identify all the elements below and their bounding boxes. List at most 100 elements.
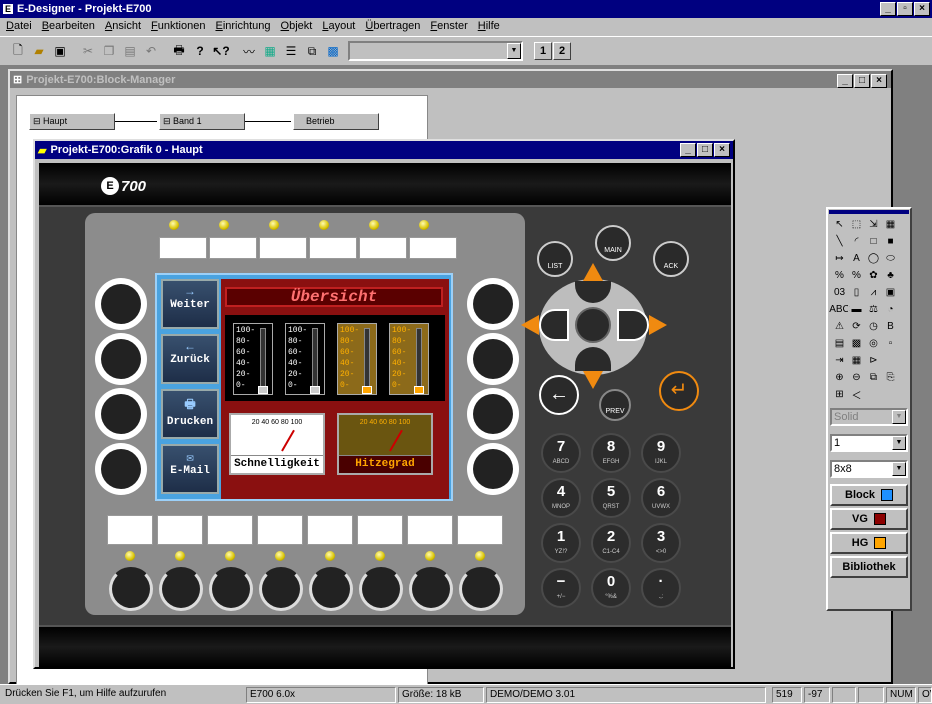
library-button[interactable]: Bibliothek xyxy=(830,556,908,578)
image-placeholder-icon[interactable]: ▫ xyxy=(882,335,899,352)
softkey-button[interactable] xyxy=(95,388,147,440)
button-icon[interactable]: ▣ xyxy=(882,284,899,301)
analog-numeric-icon[interactable]: % xyxy=(831,267,848,284)
arrow-left-icon[interactable] xyxy=(521,315,539,335)
softkey-button[interactable] xyxy=(95,443,147,495)
function-key-label-box[interactable] xyxy=(409,237,457,259)
keypad-key[interactable]: 1 YZ!? xyxy=(541,523,581,563)
keypad-key[interactable]: 9 IJKL xyxy=(641,433,681,473)
keypad-key[interactable]: ·.,: xyxy=(641,568,681,608)
context-help-icon[interactable]: ↖? xyxy=(211,42,231,60)
menu-item[interactable]: Übertragen xyxy=(365,20,420,34)
block-node-band1[interactable]: ⊟ Band 1 xyxy=(159,113,245,130)
trend-icon[interactable]: ⩘ xyxy=(865,284,882,301)
numeric-03-icon[interactable]: 03 xyxy=(831,284,848,301)
softkey-button[interactable] xyxy=(95,278,147,330)
bos-icon[interactable]: B xyxy=(882,318,899,335)
clock-icon[interactable]: ◔ xyxy=(882,301,899,318)
function-key-label-box[interactable] xyxy=(107,515,153,545)
chevron-down-icon[interactable]: ▼ xyxy=(892,436,906,450)
menu-item[interactable]: Datei xyxy=(6,20,32,34)
open-folder-icon[interactable]: ▰ xyxy=(29,42,49,60)
function-key-label-box[interactable] xyxy=(157,515,203,545)
block-manager-minimize[interactable]: _ xyxy=(837,74,853,88)
new-file-icon[interactable]: 🗋 xyxy=(8,42,28,60)
menu-item[interactable]: Einrichtung xyxy=(215,20,270,34)
filled-ellipse-icon[interactable]: ⬭ xyxy=(882,250,899,267)
copy-icon[interactable]: ❐ xyxy=(99,42,119,60)
keypad-key[interactable]: 3 <>0 xyxy=(641,523,681,563)
copy-tool-icon[interactable]: ⧉ xyxy=(865,369,882,386)
page-2-button[interactable]: 2 xyxy=(553,42,571,60)
paste-icon[interactable]: ▤ xyxy=(120,42,140,60)
function-key-label-box[interactable] xyxy=(357,515,403,545)
function-key-label-box[interactable] xyxy=(209,237,257,259)
help-icon[interactable]: ? xyxy=(190,42,210,60)
line-width-combo[interactable]: 1 ▼ xyxy=(830,434,908,452)
bar-slider-handle[interactable] xyxy=(414,386,424,394)
back-key[interactable]: ← xyxy=(539,375,579,415)
hmi-nav-button[interactable]: 🖶 Drucken xyxy=(161,389,219,439)
softkey-button[interactable] xyxy=(467,443,519,495)
block-manager-close[interactable]: × xyxy=(871,74,887,88)
function-button[interactable] xyxy=(109,567,153,611)
rotate-icon[interactable]: ⟳ xyxy=(848,318,865,335)
hmi-nav-button[interactable]: → Weiter xyxy=(161,279,219,329)
arc-icon[interactable]: ◜ xyxy=(848,233,865,250)
bar-slider-handle[interactable] xyxy=(362,386,372,394)
keypad-key[interactable]: − +/− xyxy=(541,568,581,608)
digital-numeric-icon[interactable]: % xyxy=(848,267,865,284)
function-key-label-box[interactable] xyxy=(407,515,453,545)
function-key-label-box[interactable] xyxy=(359,237,407,259)
abc-text-icon[interactable]: ABC xyxy=(829,301,850,318)
arrow-select-icon[interactable]: ↖ xyxy=(831,216,848,233)
menu-item[interactable]: Hilfe xyxy=(478,20,500,34)
menu-item[interactable]: Funktionen xyxy=(151,20,205,34)
gauge-icon[interactable]: ⚖ xyxy=(865,301,882,318)
grid-icon[interactable]: ⊞ xyxy=(831,386,848,403)
undo-icon[interactable]: ↶ xyxy=(141,42,161,60)
list-icon[interactable]: ☰ xyxy=(281,42,301,60)
multi-symbol-icon[interactable]: ▩ xyxy=(848,335,865,352)
hmi-nav-button[interactable]: ✉ E-Mail xyxy=(161,444,219,494)
function-key-label-box[interactable] xyxy=(457,515,503,545)
function-button[interactable] xyxy=(159,567,203,611)
vg-color-button[interactable]: VG xyxy=(830,508,908,530)
line-icon[interactable]: ╲ xyxy=(831,233,848,250)
keypad-key[interactable]: 6 UVWX xyxy=(641,478,681,518)
scale-icon[interactable]: ▤ xyxy=(831,335,848,352)
function-key-label-box[interactable] xyxy=(159,237,207,259)
window-icon[interactable]: ⧉ xyxy=(302,42,322,60)
chevron-down-icon[interactable]: ▼ xyxy=(507,43,521,59)
chevron-down-icon[interactable]: ▼ xyxy=(892,462,906,476)
blank-icon[interactable] xyxy=(882,352,899,369)
block-manager-maximize[interactable]: □ xyxy=(854,74,870,88)
dpad-center[interactable] xyxy=(575,307,611,343)
softkey-button[interactable] xyxy=(95,333,147,385)
select-area-icon[interactable]: ⬚ xyxy=(848,216,865,233)
bitmap-icon[interactable]: ♣ xyxy=(882,267,899,284)
menu-item[interactable]: Objekt xyxy=(281,20,313,34)
system-key[interactable]: LIST xyxy=(537,241,573,277)
text-icon[interactable]: A xyxy=(848,250,865,267)
bar-slider-handle[interactable] xyxy=(258,386,268,394)
transfer-icon[interactable]: ▦ xyxy=(260,42,280,60)
script-icon[interactable]: ⊳ xyxy=(865,352,882,369)
grafik-minimize[interactable]: _ xyxy=(680,143,696,157)
chevron-down-icon[interactable]: ▼ xyxy=(892,410,906,424)
arrow-down-icon[interactable] xyxy=(583,371,603,389)
page-1-button[interactable]: 1 xyxy=(534,42,552,60)
menu-item[interactable]: Ansicht xyxy=(105,20,141,34)
system-key[interactable]: MAIN xyxy=(595,225,631,261)
menu-item[interactable]: Fenster xyxy=(430,20,467,34)
cut-icon[interactable]: ✂ xyxy=(78,42,98,60)
slider-icon[interactable]: ▬ xyxy=(848,301,865,318)
keypad-key[interactable]: 4 MNOP xyxy=(541,478,581,518)
function-button[interactable] xyxy=(409,567,453,611)
function-button[interactable] xyxy=(459,567,503,611)
block-node-betrieb[interactable]: Betrieb xyxy=(293,113,379,130)
menu-item[interactable]: Layout xyxy=(322,20,355,34)
system-key[interactable]: ACK xyxy=(653,241,689,277)
close-button[interactable]: × xyxy=(914,2,930,16)
dpad-right-button[interactable] xyxy=(617,309,649,341)
